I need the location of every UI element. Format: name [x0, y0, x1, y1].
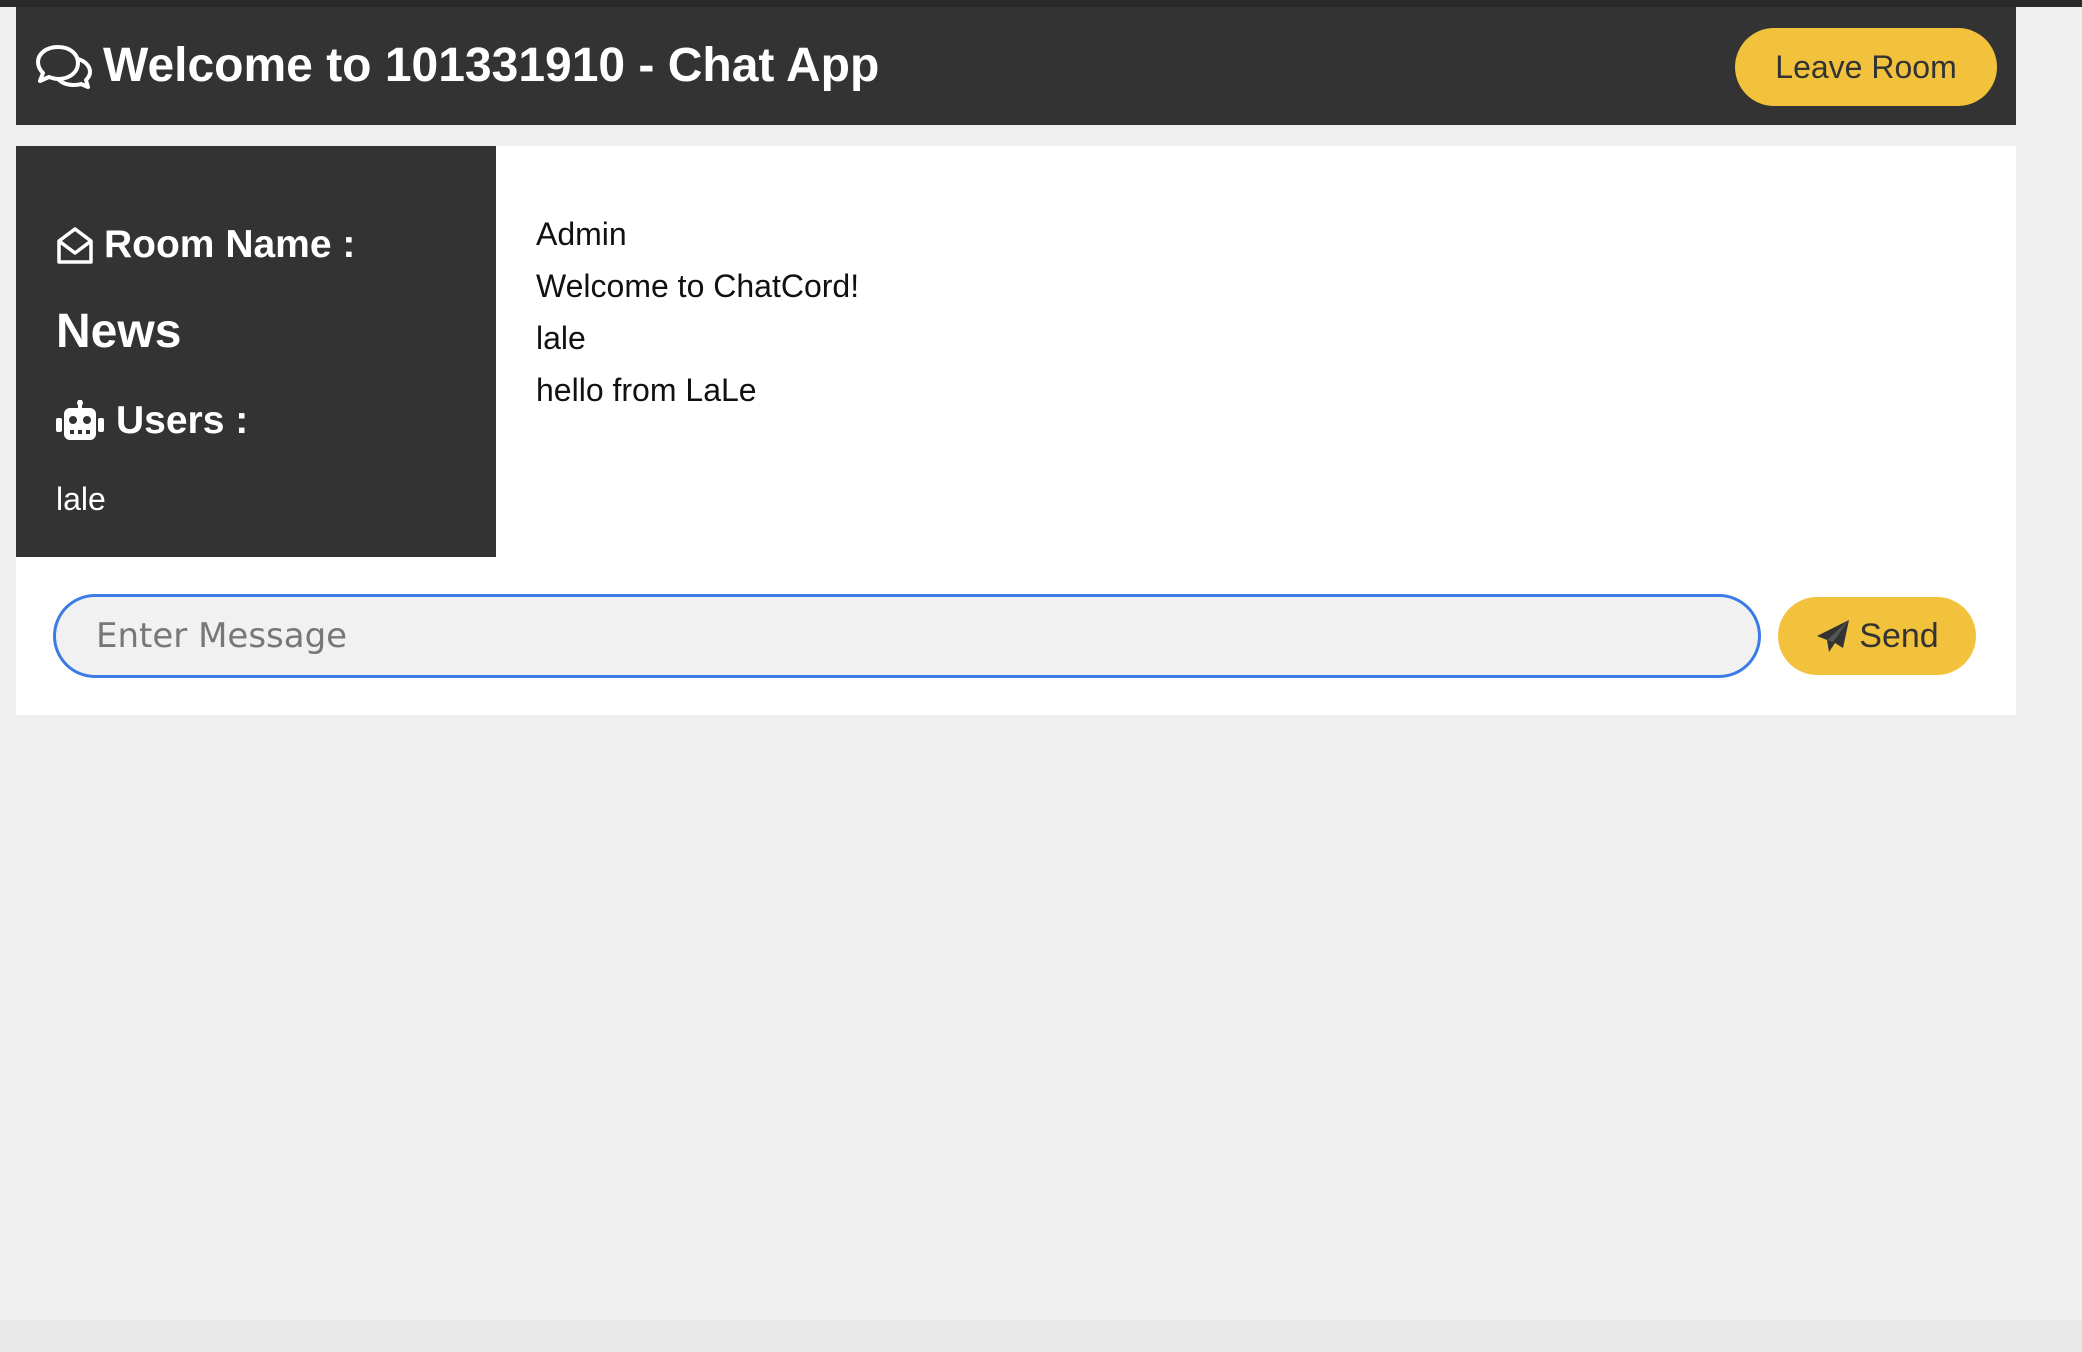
room-name-heading: Room Name : [56, 222, 355, 268]
chat-messages: Admin Welcome to ChatCord! lale hello fr… [496, 146, 2016, 557]
message-line: hello from LaLe [536, 372, 757, 408]
message-line: Welcome to ChatCord! [536, 268, 860, 304]
page-bottom-area [0, 1320, 2082, 1352]
room-name-value: News [56, 305, 182, 358]
user-list-item: lale [56, 481, 106, 517]
send-button[interactable]: Send [1778, 597, 1976, 675]
users-label: Users : [116, 399, 249, 442]
paper-plane-icon [1817, 620, 1850, 652]
chat-sidebar: Room Name : News Users : lale [16, 146, 496, 557]
leave-room-button[interactable]: Leave Room [1735, 28, 1997, 106]
page-margin [2048, 7, 2082, 1352]
page-title: Welcome to 101331910 - Chat App [103, 39, 880, 92]
message-input[interactable] [53, 594, 1761, 678]
app-header: Welcome to 101331910 - Chat App Leave Ro… [16, 7, 2016, 125]
message-line: lale [536, 320, 586, 356]
envelope-open-icon [57, 227, 93, 264]
send-button-label: Send [1859, 616, 1939, 655]
window-top-border [0, 0, 2082, 7]
chat-form: Send [16, 557, 2016, 715]
room-name-label: Room Name : [104, 223, 356, 266]
robot-icon [56, 400, 104, 440]
comments-icon [36, 45, 92, 89]
message-line: Admin [536, 216, 627, 252]
users-heading: Users : [56, 398, 248, 444]
